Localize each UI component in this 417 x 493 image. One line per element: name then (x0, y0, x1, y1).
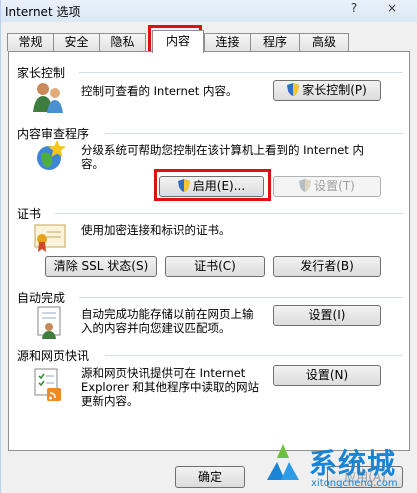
advisor-settings-label: 设置(T) (314, 179, 355, 193)
window-title: Internet 选项 (5, 5, 81, 19)
enable-highlight-box (154, 169, 271, 201)
certificates-button[interactable]: 证书(C) (165, 256, 265, 277)
feeds-description-line3: 更新内容。 (81, 394, 139, 408)
watermark: 系统城 xitongcheng.com (259, 440, 417, 493)
tab-content[interactable]: 内容 (152, 30, 204, 53)
content-panel: 家长控制 控制可查看的 Internet 内容。 家长控制(P) 内容审查程序 … (8, 51, 410, 451)
help-button[interactable]: ? (345, 1, 363, 15)
family-users-icon (33, 83, 63, 113)
publishers-button[interactable]: 发行者(B) (273, 256, 381, 277)
parental-title: 家长控制 (17, 66, 66, 80)
tab-security[interactable]: 安全 (53, 33, 100, 51)
autocomplete-settings-button[interactable]: 设置(I) (273, 305, 381, 326)
uac-shield-icon (287, 83, 300, 96)
feeds-description-line2: Explorer 和其他程序中读取的网站 (81, 380, 260, 394)
certs-title: 证书 (17, 207, 42, 221)
tab-privacy[interactable]: 隐私 (99, 33, 146, 51)
feeds-title: 源和网页快讯 (17, 349, 90, 363)
autocomplete-description-line1: 自动完成功能存储以前在网页上输 (81, 307, 254, 321)
autocomplete-title: 自动完成 (17, 291, 66, 305)
parental-controls-button[interactable]: 家长控制(P) (273, 80, 381, 101)
separator (105, 133, 403, 134)
tab-programs[interactable]: 程序 (250, 33, 300, 51)
separator (105, 355, 403, 356)
internet-options-dialog: Internet 选项 ? × 常规 安全 隐私 内容 连接 程序 高级 家长控… (0, 0, 417, 493)
advisor-description-line2: 容。 (81, 157, 104, 171)
separator (79, 72, 403, 73)
watermark-brand: 系统城 (309, 447, 397, 480)
tab-advanced[interactable]: 高级 (299, 33, 349, 51)
certs-description: 使用加密连接和标识的证书。 (81, 223, 231, 237)
ok-button[interactable]: 确定 (175, 466, 245, 488)
feeds-description-line1: 源和网页快讯提供可在 Internet (81, 366, 246, 380)
separator (79, 297, 403, 298)
feeds-icon (34, 368, 61, 401)
autocomplete-form-icon (37, 306, 61, 339)
watermark-url: xitongcheng.com (311, 478, 398, 489)
watermark-logo-icon (267, 444, 299, 480)
parental-description: 控制可查看的 Internet 内容。 (81, 84, 238, 98)
uac-shield-icon (299, 179, 312, 192)
parental-controls-label: 家长控制(P) (302, 83, 367, 97)
certificate-icon (34, 224, 66, 252)
clear-ssl-button[interactable]: 清除 SSL 状态(S) (45, 256, 157, 277)
title-bar: Internet 选项 ? × (1, 0, 417, 22)
advisor-settings-button[interactable]: 设置(T) (273, 176, 381, 197)
advisor-description-line1: 分级系统可帮助您控制在该计算机上看到的 Internet 内 (81, 143, 364, 157)
tab-general[interactable]: 常规 (7, 33, 54, 51)
separator (55, 213, 403, 214)
feeds-settings-button[interactable]: 设置(N) (273, 365, 381, 386)
tab-connections[interactable]: 连接 (204, 33, 251, 51)
autocomplete-description-line2: 入的内容并向您建议匹配项。 (81, 321, 231, 335)
close-button[interactable]: × (383, 1, 401, 15)
globe-star-icon (37, 140, 66, 170)
